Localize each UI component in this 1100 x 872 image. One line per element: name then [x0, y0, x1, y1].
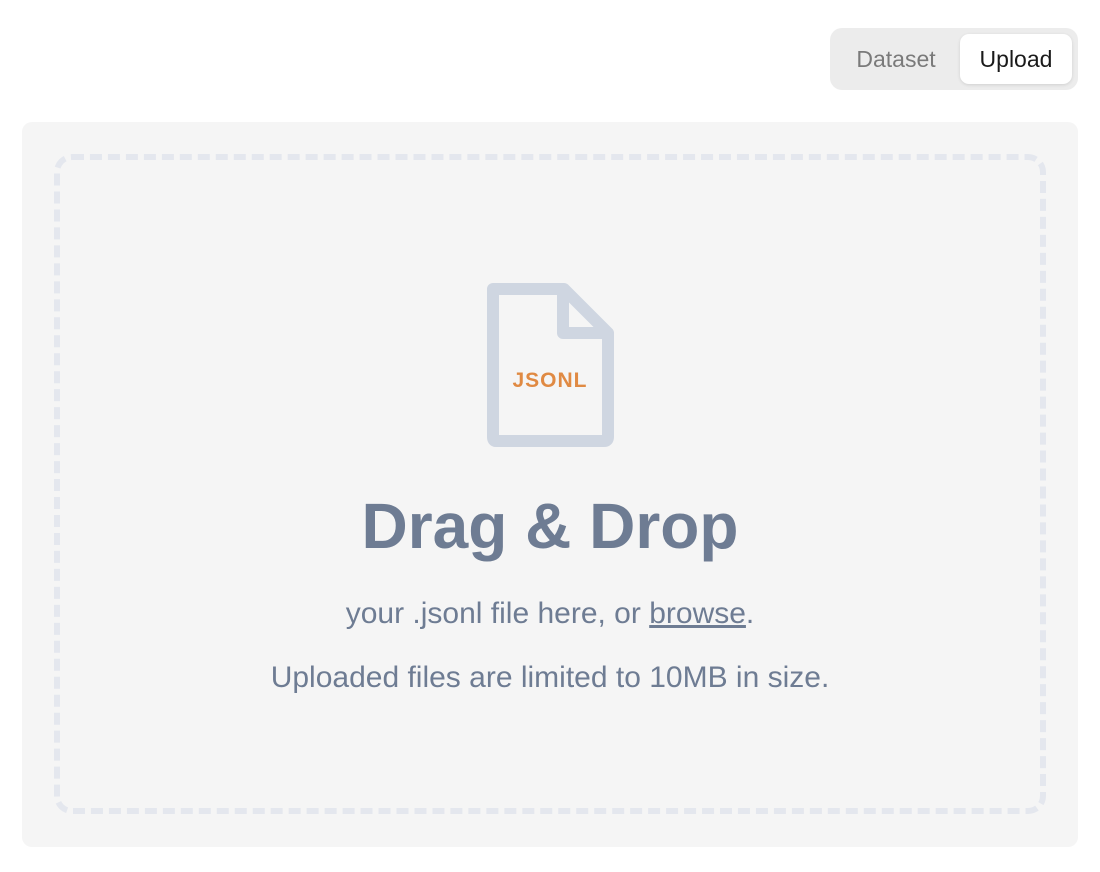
browse-link[interactable]: browse: [649, 597, 746, 630]
instruction-suffix: .: [745, 597, 755, 630]
source-mode-toggle: Dataset Upload: [830, 28, 1078, 90]
drag-drop-title: Drag & Drop: [361, 490, 739, 562]
file-dropzone[interactable]: [54, 154, 1046, 814]
upload-size-limit: Uploaded files are limited to 10MB in si…: [270, 661, 830, 694]
dataset-tab[interactable]: Dataset: [836, 34, 956, 84]
file-type-label: JSONL: [512, 369, 588, 392]
file-icon-outline: [487, 283, 614, 447]
upload-instruction: your .jsonl file here, or browse.: [0, 594, 1100, 634]
instruction-prefix: your .jsonl file here, or: [345, 597, 650, 630]
upload-tab[interactable]: Upload: [960, 34, 1072, 84]
upload-panel: [22, 122, 1078, 847]
jsonl-file-icon: JSONL: [484, 281, 616, 449]
